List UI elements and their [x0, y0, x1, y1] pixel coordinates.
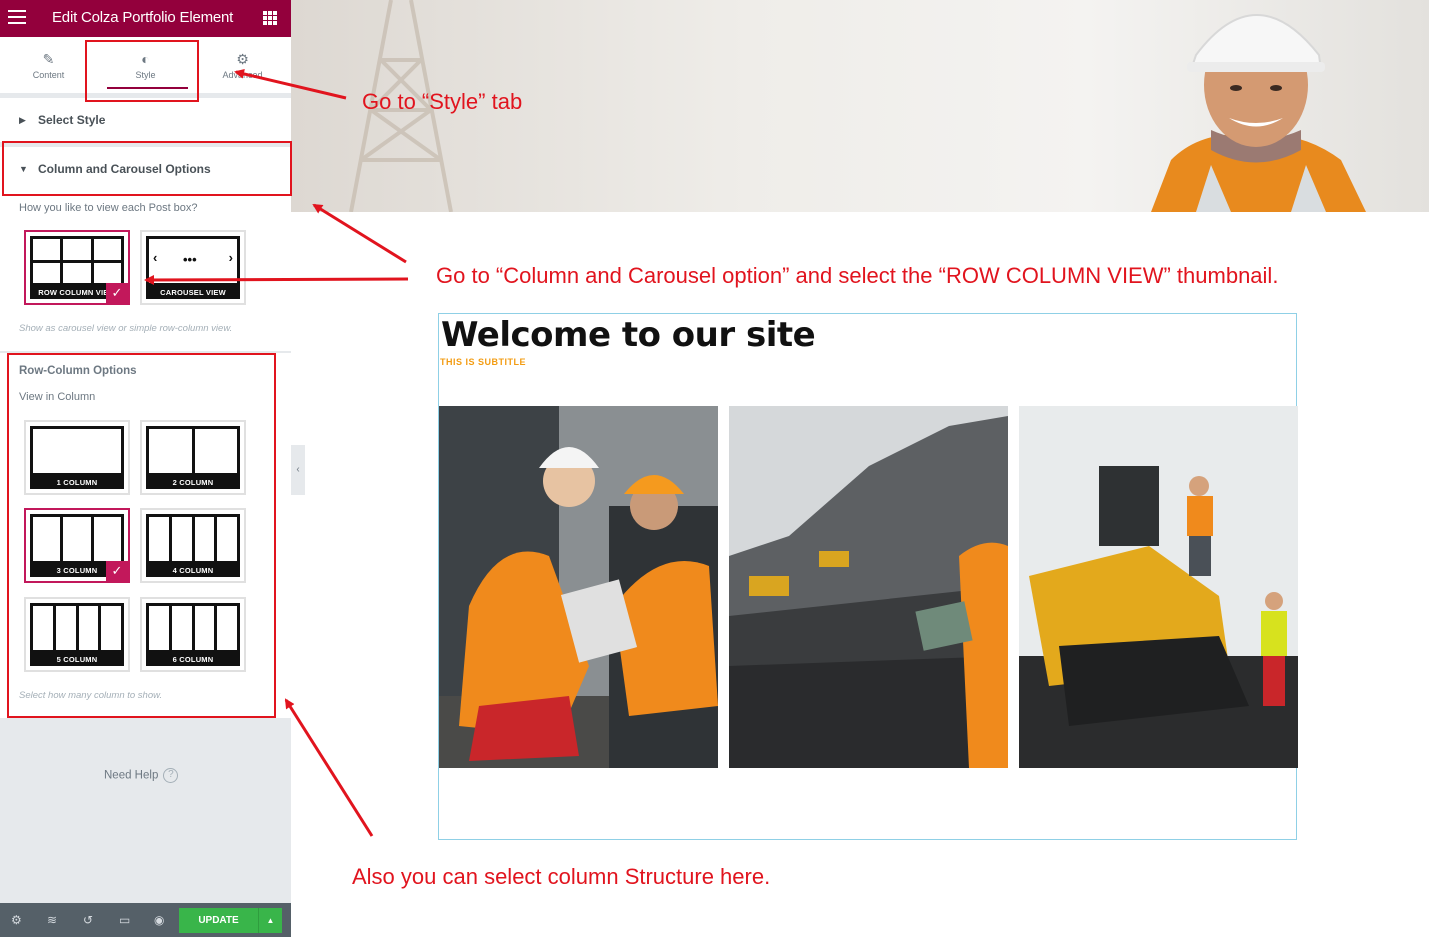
worker-photo [1151, 14, 1366, 212]
eye-icon[interactable]: ◉ [154, 913, 164, 927]
tab-advanced-label: Advanced [222, 70, 263, 80]
history-icon[interactable]: ↺ [83, 913, 93, 927]
carousel-view-thumbnail[interactable]: ‹ ••• › CAROUSEL VIEW [140, 230, 246, 305]
gear-icon: ⚙ [236, 51, 249, 67]
editor-footer: ⚙ ≋ ↺ ▭ ◉ UPDATE ▲ [0, 903, 291, 937]
portfolio-photo-workers[interactable] [439, 406, 718, 768]
row-column-view-thumbnail[interactable]: ROW COLUMN VIEW ✓ [24, 230, 130, 305]
chevron-left-icon: ‹ [153, 250, 158, 265]
editor-topbar: Edit Colza Portfolio Element [0, 0, 291, 37]
column-carousel-panel: How you like to view each Post box? ROW … [0, 191, 291, 351]
settings-icon[interactable]: ⚙ [11, 913, 22, 927]
highlight-column-section [2, 141, 292, 196]
update-button[interactable]: UPDATE [179, 908, 258, 933]
preview-subtitle: THIS IS SUBTITLE [440, 357, 527, 367]
question-circle-icon: ? [163, 768, 179, 783]
annotation-style-tab: Go to “Style” tab [362, 89, 523, 114]
widgets-grid-icon[interactable] [263, 11, 277, 25]
view-note: Show as carousel view or simple row-colu… [19, 323, 233, 334]
highlight-style-tab [85, 40, 199, 102]
section-select-style-title: Select Style [38, 113, 106, 127]
responsive-icon[interactable]: ▭ [119, 913, 130, 927]
dots-icon: ••• [183, 252, 197, 267]
tab-content[interactable]: ✎ Content [0, 37, 97, 93]
need-help-label: Need Help [104, 769, 159, 782]
section-select-style[interactable]: ▶ Select Style [0, 98, 291, 142]
portfolio-preview: Welcome to our site THIS IS SUBTITLE [438, 313, 1298, 840]
check-icon: ✓ [106, 283, 128, 303]
layers-icon[interactable]: ≋ [47, 913, 57, 927]
annotation-column-option: Go to “Column and Carousel option” and s… [436, 263, 1279, 288]
portfolio-photo-quarry[interactable] [729, 406, 1008, 768]
caret-up-icon[interactable]: ▲ [258, 908, 282, 933]
hamburger-menu-icon[interactable] [8, 10, 26, 26]
tab-content-label: Content [32, 70, 65, 80]
caret-right-icon: ▶ [19, 115, 26, 125]
portfolio-photo-bulldozer[interactable] [1019, 406, 1298, 768]
chevron-right-icon: › [228, 250, 233, 265]
tab-advanced[interactable]: ⚙ Advanced [194, 37, 291, 93]
screenshot-root: Edit Colza Portfolio Element ✎ Content ◐… [0, 0, 1429, 937]
annotation-structure: Also you can select column Structure her… [352, 864, 771, 889]
carousel-view-label: CAROUSEL VIEW [160, 288, 226, 297]
pencil-icon: ✎ [42, 51, 55, 67]
preview-heading: Welcome to our site [441, 315, 816, 355]
editor-title: Edit Colza Portfolio Element [52, 9, 234, 26]
view-question: How you like to view each Post box? [19, 202, 198, 214]
highlight-row-column-section [7, 353, 276, 718]
need-help-link[interactable]: Need Help? [104, 768, 179, 783]
collapse-panel-handle[interactable]: ‹ [291, 445, 305, 495]
